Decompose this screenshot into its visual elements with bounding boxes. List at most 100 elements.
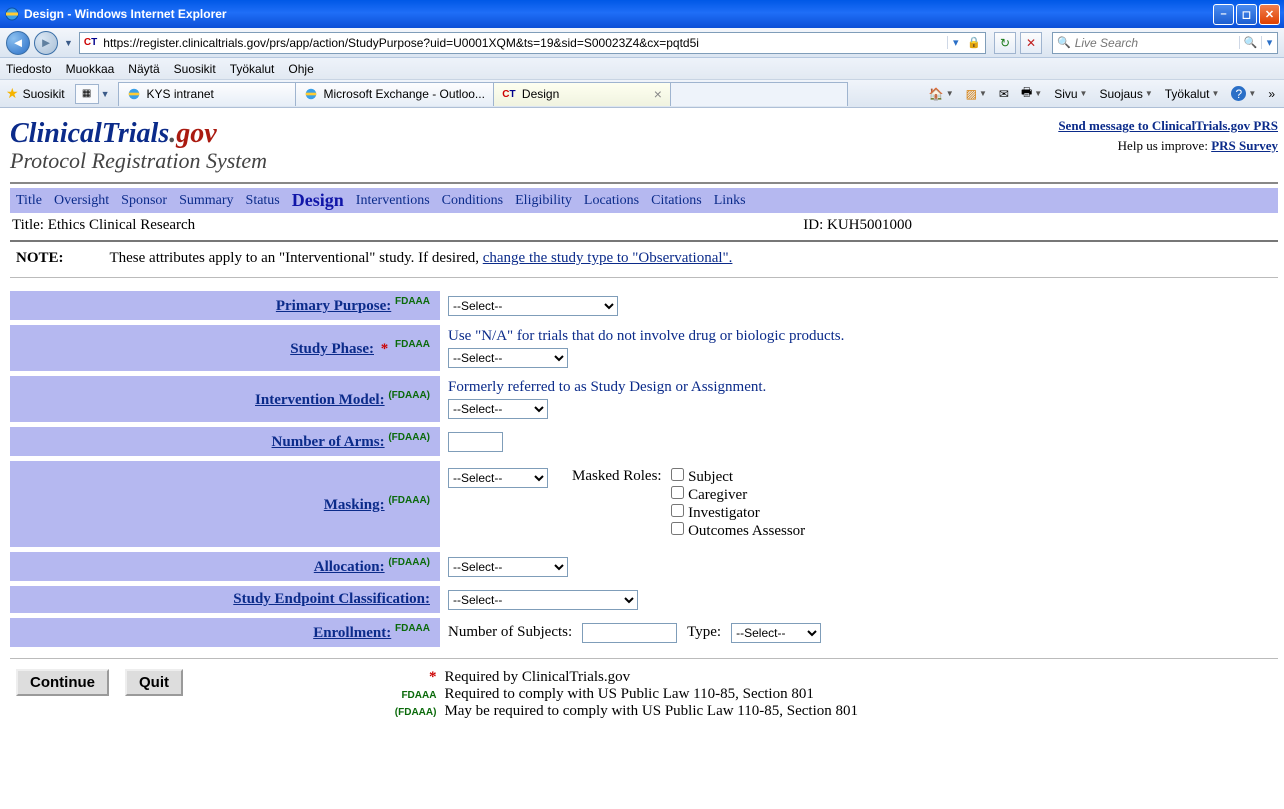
address-bar[interactable]: CT ▾ 🔒 bbox=[79, 32, 986, 54]
site-logo: ClinicalTrials.gov Protocol Registration… bbox=[10, 118, 267, 174]
search-provider-dropdown[interactable]: ▾ bbox=[1261, 36, 1277, 49]
continue-button[interactable]: Continue bbox=[16, 669, 109, 696]
intervention-model-label[interactable]: Intervention Model: bbox=[255, 392, 385, 408]
ie-icon bbox=[4, 6, 20, 22]
print-button[interactable]: 🖶▼ bbox=[1018, 83, 1045, 104]
allocation-label[interactable]: Allocation: bbox=[314, 559, 385, 575]
page-menu-label: Sivu bbox=[1054, 87, 1077, 101]
quick-tabs-dropdown[interactable]: ▼ bbox=[99, 89, 112, 99]
security-menu[interactable]: Suojaus▼ bbox=[1096, 87, 1155, 101]
tab-outlook[interactable]: Microsoft Exchange - Outloo... bbox=[295, 82, 494, 106]
role-investigator-checkbox[interactable] bbox=[671, 504, 684, 517]
tools-menu-label: Työkalut bbox=[1165, 87, 1210, 101]
nav-conditions[interactable]: Conditions bbox=[442, 193, 503, 209]
address-dropdown[interactable]: ▾ bbox=[947, 36, 963, 49]
nav-interventions[interactable]: Interventions bbox=[356, 193, 430, 209]
tab-kys-intranet[interactable]: KYS intranet bbox=[118, 82, 296, 106]
menu-edit[interactable]: Muokkaa bbox=[66, 62, 115, 76]
fdaaa-optional-badge: (FDAAA) bbox=[388, 390, 430, 401]
home-button[interactable]: 🏠▼ bbox=[926, 87, 957, 101]
role-subject-label: Subject bbox=[688, 469, 733, 485]
legend-fdaaa-opt-key: (FDAAA) bbox=[395, 707, 437, 718]
id-label: ID: bbox=[803, 217, 827, 233]
endpoint-classification-select[interactable]: --Select-- bbox=[448, 590, 638, 610]
favorites-button[interactable]: ★Suosikit bbox=[6, 85, 65, 102]
stop-button[interactable]: ✕ bbox=[1020, 32, 1042, 54]
primary-purpose-select[interactable]: --Select-- bbox=[448, 296, 618, 316]
role-subject[interactable]: Subject bbox=[671, 468, 805, 486]
logo-subtitle: Protocol Registration System bbox=[10, 148, 267, 174]
number-of-subjects-input[interactable] bbox=[582, 623, 677, 643]
masking-label[interactable]: Masking: bbox=[324, 497, 385, 513]
nav-oversight[interactable]: Oversight bbox=[54, 193, 109, 209]
page-menu[interactable]: Sivu▼ bbox=[1051, 87, 1090, 101]
logo-part3: gov bbox=[176, 118, 216, 149]
allocation-select[interactable]: --Select-- bbox=[448, 557, 568, 577]
window-maximize-button[interactable]: ◻ bbox=[1236, 4, 1257, 25]
study-phase-label[interactable]: Study Phase: bbox=[290, 341, 374, 357]
nav-status[interactable]: Status bbox=[246, 193, 280, 209]
prs-survey-link[interactable]: PRS Survey bbox=[1211, 138, 1278, 153]
role-caregiver-checkbox[interactable] bbox=[671, 486, 684, 499]
nav-title[interactable]: Title bbox=[16, 193, 42, 209]
role-caregiver-label: Caregiver bbox=[688, 487, 747, 503]
search-go-button[interactable]: 🔍 bbox=[1239, 36, 1261, 49]
mail-button[interactable]: ✉ bbox=[996, 87, 1012, 101]
page-content: ClinicalTrials.gov Protocol Registration… bbox=[0, 108, 1284, 720]
tab-close-button[interactable]: × bbox=[654, 86, 662, 102]
role-outcomes-assessor[interactable]: Outcomes Assessor bbox=[671, 522, 805, 540]
role-subject-checkbox[interactable] bbox=[671, 468, 684, 481]
intervention-model-select[interactable]: --Select-- bbox=[448, 399, 548, 419]
number-of-arms-label[interactable]: Number of Arms: bbox=[272, 434, 385, 450]
window-close-button[interactable]: ✕ bbox=[1259, 4, 1280, 25]
role-investigator[interactable]: Investigator bbox=[671, 504, 805, 522]
new-tab-button[interactable] bbox=[670, 82, 848, 106]
menu-help[interactable]: Ohje bbox=[288, 62, 313, 76]
help-icon: ? bbox=[1231, 86, 1246, 101]
address-input[interactable] bbox=[101, 36, 947, 50]
nav-links[interactable]: Links bbox=[714, 193, 746, 209]
title-value: Ethics Clinical Research bbox=[48, 217, 195, 233]
role-outcomes-assessor-checkbox[interactable] bbox=[671, 522, 684, 535]
quick-tabs-button[interactable]: ▦ bbox=[75, 84, 99, 104]
logo-part1: ClinicalTrials bbox=[10, 118, 169, 149]
help-button[interactable]: ?▼ bbox=[1228, 86, 1259, 101]
forward-button[interactable]: ► bbox=[34, 31, 58, 55]
more-button[interactable]: » bbox=[1265, 87, 1278, 101]
nav-design[interactable]: Design bbox=[292, 190, 344, 211]
menu-tools[interactable]: Työkalut bbox=[230, 62, 275, 76]
send-message-link[interactable]: Send message to ClinicalTrials.gov PRS bbox=[1058, 118, 1278, 133]
fdaaa-badge: FDAAA bbox=[395, 339, 430, 350]
quit-button[interactable]: Quit bbox=[125, 669, 183, 696]
window-title: Design - Windows Internet Explorer bbox=[24, 7, 1213, 21]
change-study-type-link[interactable]: change the study type to "Observational"… bbox=[483, 250, 733, 266]
search-input[interactable] bbox=[1075, 36, 1239, 50]
role-caregiver[interactable]: Caregiver bbox=[671, 486, 805, 504]
endpoint-classification-label[interactable]: Study Endpoint Classification: bbox=[233, 591, 430, 607]
search-bar[interactable]: 🔍 🔍 ▾ bbox=[1052, 32, 1278, 54]
menu-favorites[interactable]: Suosikit bbox=[174, 62, 216, 76]
menu-file[interactable]: Tiedosto bbox=[6, 62, 52, 76]
number-of-arms-input[interactable] bbox=[448, 432, 503, 452]
divider bbox=[10, 277, 1278, 278]
tab-label: Microsoft Exchange - Outloo... bbox=[324, 87, 485, 101]
tools-menu[interactable]: Työkalut▼ bbox=[1162, 87, 1223, 101]
enrollment-label[interactable]: Enrollment: bbox=[313, 625, 391, 641]
feeds-button[interactable]: ▨▼ bbox=[963, 87, 990, 101]
refresh-button[interactable]: ↻ bbox=[994, 32, 1016, 54]
tab-design[interactable]: CT Design × bbox=[493, 82, 671, 106]
nav-sponsor[interactable]: Sponsor bbox=[121, 193, 167, 209]
back-button[interactable]: ◄ bbox=[6, 31, 30, 55]
window-minimize-button[interactable]: – bbox=[1213, 4, 1234, 25]
nav-summary[interactable]: Summary bbox=[179, 193, 233, 209]
nav-eligibility[interactable]: Eligibility bbox=[515, 193, 572, 209]
menu-view[interactable]: Näytä bbox=[128, 62, 159, 76]
nav-citations[interactable]: Citations bbox=[651, 193, 702, 209]
primary-purpose-label[interactable]: Primary Purpose: bbox=[276, 298, 391, 314]
masking-select[interactable]: --Select-- bbox=[448, 468, 548, 488]
enrollment-type-select[interactable]: --Select-- bbox=[731, 623, 821, 643]
browser-tabbar: ★Suosikit ▦ ▼ KYS intranet Microsoft Exc… bbox=[0, 80, 1284, 108]
study-phase-select[interactable]: --Select-- bbox=[448, 348, 568, 368]
nav-locations[interactable]: Locations bbox=[584, 193, 639, 209]
history-dropdown[interactable]: ▼ bbox=[62, 38, 75, 48]
